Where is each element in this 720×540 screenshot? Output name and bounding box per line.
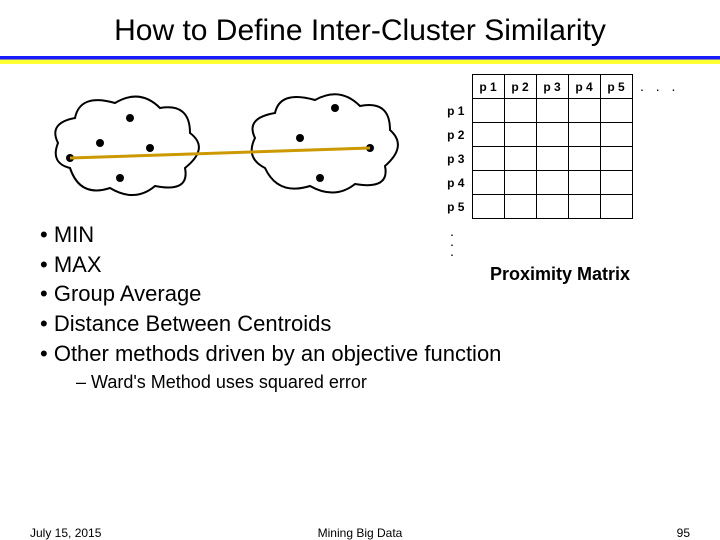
bullet-centroids: Distance Between Centroids bbox=[40, 309, 501, 339]
proximity-matrix: p 1 p 2 p 3 p 4 p 5 p 1 p 2 p 3 p 4 p 5 … bbox=[440, 74, 700, 219]
footer-date: July 15, 2015 bbox=[30, 526, 101, 540]
bullet-min: MIN bbox=[40, 220, 501, 250]
content-area: p 1 p 2 p 3 p 4 p 5 p 1 p 2 p 3 p 4 p 5 … bbox=[0, 70, 720, 450]
row-h-5: p 5 bbox=[440, 195, 472, 219]
bullet-objective: Other methods driven by an objective fun… bbox=[40, 339, 501, 369]
subbullet-ward: Ward's Method uses squared error bbox=[76, 370, 501, 394]
title-underline bbox=[0, 56, 720, 64]
col-h-5: p 5 bbox=[600, 75, 632, 99]
row-h-2: p 2 bbox=[440, 123, 472, 147]
slide-title: How to Define Inter-Cluster Similarity bbox=[0, 0, 720, 56]
row-h-4: p 4 bbox=[440, 171, 472, 195]
matrix-caption: Proximity Matrix bbox=[490, 264, 630, 285]
bullet-group-average: Group Average bbox=[40, 279, 501, 309]
col-h-4: p 4 bbox=[568, 75, 600, 99]
col-h-2: p 2 bbox=[504, 75, 536, 99]
bullet-max: MAX bbox=[40, 250, 501, 280]
method-list: MIN MAX Group Average Distance Between C… bbox=[40, 220, 501, 395]
footer-page-number: 95 bbox=[677, 526, 690, 540]
row-h-1: p 1 bbox=[440, 99, 472, 123]
cluster-diagram bbox=[40, 78, 410, 218]
col-h-3: p 3 bbox=[536, 75, 568, 99]
h-ellipsis-icon: . . . bbox=[640, 78, 679, 94]
col-h-1: p 1 bbox=[472, 75, 504, 99]
matrix-table: p 1 p 2 p 3 p 4 p 5 p 1 p 2 p 3 p 4 p 5 bbox=[440, 74, 633, 219]
row-h-3: p 3 bbox=[440, 147, 472, 171]
footer-title: Mining Big Data bbox=[318, 526, 403, 540]
